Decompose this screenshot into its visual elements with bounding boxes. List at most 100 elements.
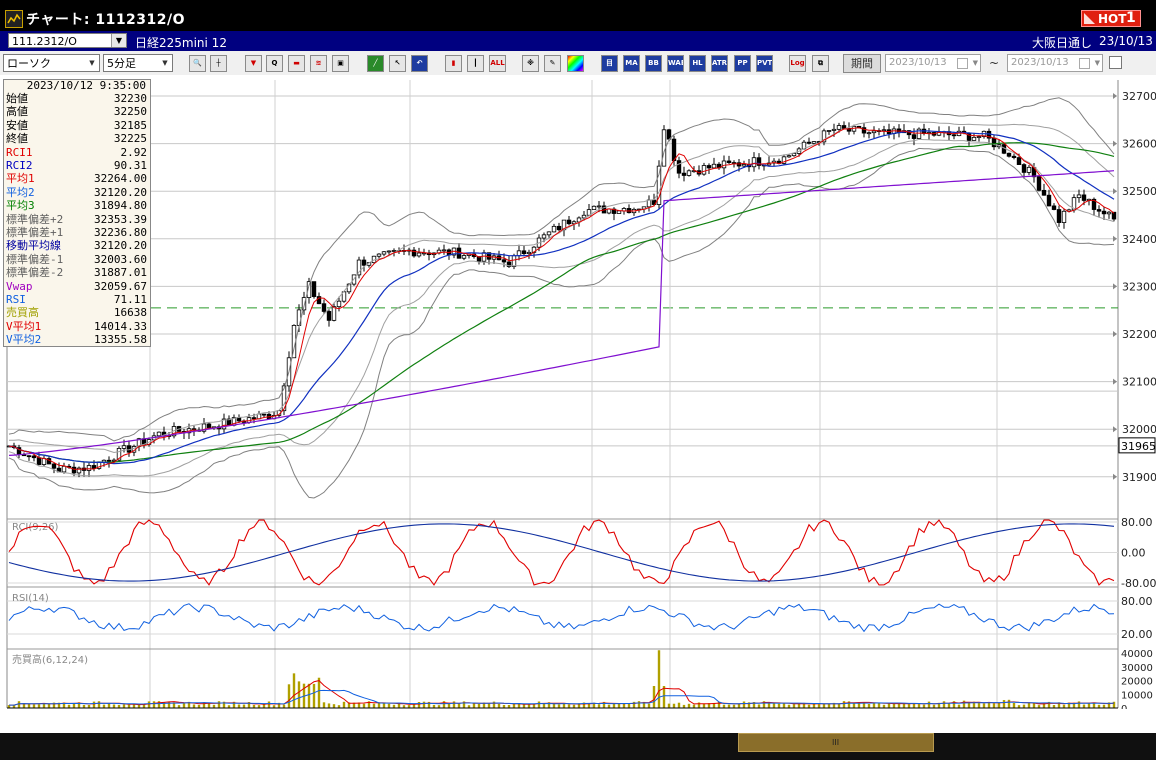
calendar-icon[interactable]	[957, 58, 968, 69]
volume-bar	[992, 703, 996, 708]
pointer-icon[interactable]: ↖	[389, 55, 406, 72]
buy-sell-icon[interactable]: ▼	[245, 55, 262, 72]
candle-body	[511, 255, 517, 267]
volume-bar	[287, 684, 291, 708]
volume-bar	[447, 703, 451, 708]
interval-select[interactable]: 5分足 ▼	[103, 54, 173, 72]
pp-icon[interactable]: PP	[734, 55, 751, 72]
chart-canvas[interactable]: 32700 32600 32500 32400 32300 32200 32100 32000…	[0, 75, 1156, 760]
volume-bar	[47, 704, 51, 708]
start-date-field[interactable]: 2023/10/13 ▼	[885, 54, 981, 72]
fibonacci-icon[interactable]: ≋	[310, 55, 327, 72]
log-icon[interactable]: Log	[789, 55, 806, 72]
candle-body	[1061, 210, 1067, 223]
candle-body	[706, 165, 712, 169]
candle-body	[1096, 209, 1102, 212]
ichimoku-icon[interactable]: 目	[601, 55, 618, 72]
volume-bar	[837, 703, 841, 708]
wave-icon[interactable]: WAE	[667, 55, 684, 72]
scan-icon[interactable]: ※	[522, 55, 539, 72]
symbol-input[interactable]: 111.2312/O ▼	[8, 33, 127, 48]
hl-icon[interactable]: HL	[689, 55, 706, 72]
end-date-field[interactable]: 2023/10/13 ▼	[1007, 54, 1103, 72]
candle-body	[951, 134, 957, 137]
chart-type-select[interactable]: ローソク ▼	[3, 54, 100, 72]
zoom-icon[interactable]: 🔍	[189, 55, 206, 72]
copy-icon[interactable]: ⧉	[812, 55, 829, 72]
candle-body	[416, 252, 422, 257]
candle-body	[441, 249, 447, 252]
volume-bar	[472, 703, 476, 708]
volume-bar	[182, 703, 186, 708]
lock-icon[interactable]: ▣	[332, 55, 349, 72]
volume-bar	[637, 701, 641, 708]
volume-bar	[32, 704, 36, 708]
info-value: 16638	[113, 306, 147, 320]
candle-icon[interactable]: ▮	[445, 55, 462, 72]
candle-body	[566, 219, 572, 225]
candle-body	[546, 231, 552, 236]
volume-bar	[672, 703, 676, 708]
info-value: 14014.33	[94, 319, 147, 333]
info-row: 標準偏差+1 32236.80	[4, 226, 150, 239]
volume-bar	[552, 703, 556, 708]
all-button[interactable]: ALL	[489, 55, 506, 72]
volume-bar	[307, 683, 311, 708]
candle-body	[251, 417, 257, 420]
end-date-checkbox[interactable]	[1109, 56, 1122, 69]
candle-body	[1011, 155, 1017, 158]
trend-line-icon[interactable]: Q	[266, 55, 283, 72]
bb-icon[interactable]: BB	[645, 55, 662, 72]
candle-body	[1076, 194, 1082, 199]
volume-bar	[987, 702, 991, 708]
candle-body	[1081, 194, 1087, 201]
crosshair-icon[interactable]: ┼	[210, 55, 227, 72]
chart-scrollbar[interactable]	[0, 733, 1156, 760]
info-label: 標準偏差+1	[6, 226, 64, 239]
candle-body	[556, 225, 562, 231]
chart-area[interactable]: 32700 32600 32500 32400 32300 32200 32100 32000…	[0, 75, 1156, 760]
color-icon[interactable]	[567, 55, 584, 72]
volume-bar	[597, 704, 601, 708]
settings-icon[interactable]: ✎	[544, 55, 561, 72]
volume-bar	[777, 703, 781, 708]
period-button[interactable]: 期間	[843, 54, 881, 73]
volume-bar	[527, 704, 531, 708]
candle-body	[326, 311, 332, 321]
candle-body	[806, 141, 812, 144]
ma-icon[interactable]: MA	[623, 55, 640, 72]
chevron-down-icon[interactable]: ▼	[973, 55, 978, 71]
pvt-icon[interactable]: PVT	[756, 55, 773, 72]
chevron-down-icon[interactable]: ▼	[111, 34, 126, 47]
info-value: 32264.00	[94, 172, 147, 186]
info-label: 平均2	[6, 185, 35, 199]
info-value: 32236.80	[94, 226, 147, 239]
info-label: 標準偏差-1	[6, 252, 64, 266]
price-tick: 32400	[1122, 233, 1156, 246]
calendar-icon[interactable]	[1079, 58, 1090, 69]
candle-body	[156, 431, 162, 437]
end-date-value: 2023/10/13	[1011, 57, 1069, 68]
info-value: 32185	[113, 118, 147, 132]
hot-button[interactable]: HOT 1	[1081, 10, 1141, 27]
chevron-down-icon[interactable]: ▼	[1095, 55, 1100, 71]
atr-icon[interactable]: ATR	[711, 55, 728, 72]
info-row: 平均1 32264.00	[4, 172, 150, 185]
volume-bar	[372, 703, 376, 708]
volume-bar	[317, 677, 321, 708]
info-label: 始値	[6, 92, 28, 105]
bar-icon[interactable]: ┃	[467, 55, 484, 72]
volume-bar	[692, 704, 696, 708]
volume-bar	[662, 686, 666, 708]
undo-icon[interactable]: ↶	[411, 55, 428, 72]
volume-bar	[492, 701, 496, 708]
volume-bar	[382, 703, 386, 708]
candle-body	[51, 463, 57, 469]
candle-body	[71, 466, 77, 474]
candle-body	[386, 250, 392, 253]
info-value: 90.31	[113, 159, 147, 172]
candle-body	[31, 455, 37, 459]
rci-tick: 0.00	[1121, 547, 1146, 560]
pen-icon[interactable]: ╱	[367, 55, 384, 72]
channel-icon[interactable]: ▬	[288, 55, 305, 72]
